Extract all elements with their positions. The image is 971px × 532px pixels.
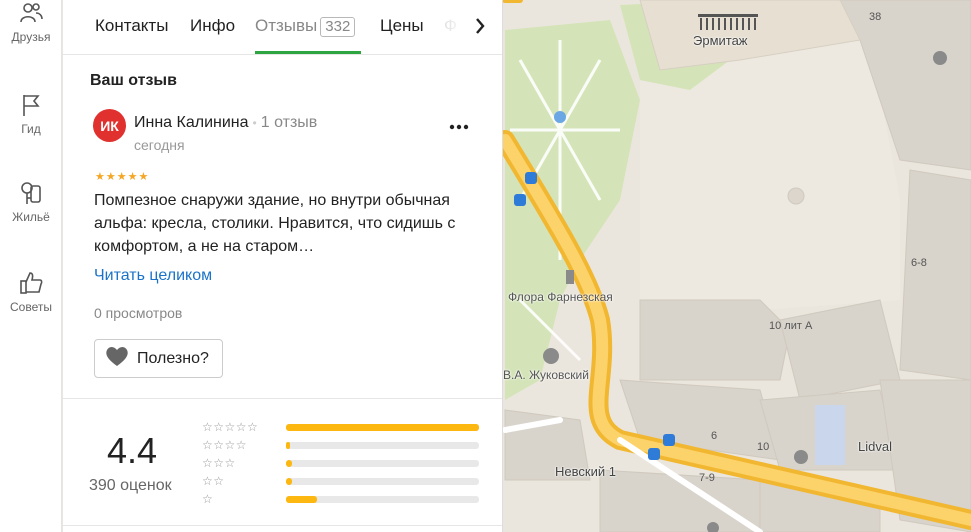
useful-button[interactable]: Полезно? bbox=[94, 339, 223, 378]
section-divider bbox=[63, 398, 502, 399]
housing-icon bbox=[0, 180, 62, 206]
rating-row-stars: ☆☆ bbox=[202, 474, 225, 488]
review-author-line: Инна Калинина • 1 отзыв bbox=[134, 114, 317, 132]
rail-item-tips[interactable]: Советы bbox=[0, 270, 62, 314]
review-more-button[interactable] bbox=[446, 118, 472, 136]
rating-row-track bbox=[286, 496, 479, 503]
rating-row-track bbox=[286, 460, 479, 467]
tab-info[interactable]: Инфо bbox=[190, 16, 235, 36]
author-review-count[interactable]: 1 отзыв bbox=[261, 114, 318, 131]
left-rail: Друзья Гид Жильё Советы bbox=[0, 0, 62, 532]
tabs-next-button[interactable] bbox=[467, 12, 495, 40]
tab-reviews-label: Отзывы bbox=[255, 16, 318, 35]
tab-fade bbox=[428, 0, 468, 52]
map-label-zhukovsky[interactable]: В.А. Жуковский bbox=[503, 368, 589, 382]
org-panel: Контакты Инфо Отзывы332 Цены Ф Ваш отзыв… bbox=[63, 0, 503, 532]
review-date: сегодня bbox=[134, 137, 185, 153]
rating-row-fill bbox=[286, 460, 292, 467]
rating-row[interactable]: ☆☆☆☆☆ bbox=[202, 421, 482, 434]
map-label-6-8: 6-8 bbox=[911, 257, 927, 269]
rating-row-fill bbox=[286, 424, 479, 431]
map-label-10a: 10 лит А bbox=[769, 320, 813, 332]
map-label-hermitage[interactable]: Эрмитаж bbox=[693, 33, 748, 48]
rail-item-housing[interactable]: Жильё bbox=[0, 180, 62, 224]
review-text: Помпезное снаружи здание, но внутри обыч… bbox=[94, 192, 456, 255]
tab-prices[interactable]: Цены bbox=[380, 16, 424, 36]
map-label-7-9: 7-9 bbox=[699, 472, 715, 484]
map-label-6: 6 bbox=[711, 430, 718, 442]
your-review-heading: Ваш отзыв bbox=[90, 72, 177, 89]
average-rating: 4.4 bbox=[107, 430, 158, 471]
thumbs-up-icon bbox=[0, 270, 62, 296]
rail-item-friends[interactable]: Друзья bbox=[0, 0, 62, 44]
rating-row-stars: ☆☆☆ bbox=[202, 456, 236, 470]
avatar[interactable]: ИК bbox=[93, 109, 126, 142]
rating-row-fill bbox=[286, 478, 292, 485]
rail-item-guide[interactable]: Гид bbox=[0, 92, 62, 136]
rating-row[interactable]: ☆☆☆☆ bbox=[202, 439, 482, 452]
tab-bar: Контакты Инфо Отзывы332 Цены Ф bbox=[63, 0, 502, 55]
tab-reviews[interactable]: Отзывы 332 bbox=[255, 16, 356, 37]
ratings-count: 390 оценок bbox=[89, 477, 172, 494]
flag-icon bbox=[0, 92, 62, 118]
section-divider-bottom bbox=[63, 525, 502, 526]
rating-row-track bbox=[286, 442, 479, 449]
review-rating-stars: ★★★★★ bbox=[95, 171, 150, 183]
useful-button-label: Полезно? bbox=[137, 349, 209, 367]
map-label-nevsky[interactable]: Невский 1 bbox=[555, 464, 616, 479]
map-label-38: 38 bbox=[869, 11, 882, 23]
read-full-review-link[interactable]: Читать целиком bbox=[94, 267, 212, 285]
chevron-right-icon bbox=[467, 18, 495, 44]
review-author-name[interactable]: Инна Калинина bbox=[134, 114, 249, 131]
rail-label-housing: Жильё bbox=[12, 210, 50, 224]
heart-icon bbox=[104, 344, 130, 373]
tab-contacts[interactable]: Контакты bbox=[95, 16, 168, 36]
rail-label-guide: Гид bbox=[21, 122, 41, 136]
rating-row-stars: ☆ bbox=[202, 492, 214, 506]
rating-row-track bbox=[286, 478, 479, 485]
more-dots-icon bbox=[446, 123, 472, 140]
rating-row[interactable]: ☆☆ bbox=[202, 475, 482, 488]
rating-row-stars: ☆☆☆☆ bbox=[202, 438, 248, 452]
author-separator-dot: • bbox=[252, 116, 257, 130]
map-label-flora[interactable]: Флора Фарнезская bbox=[508, 290, 613, 304]
rating-row-fill bbox=[286, 496, 317, 503]
map-label-10: 10 bbox=[757, 441, 770, 453]
friends-icon bbox=[0, 0, 62, 26]
active-tab-underline bbox=[255, 51, 361, 54]
rail-label-friends: Друзья bbox=[11, 30, 51, 44]
rail-label-tips: Советы bbox=[10, 300, 52, 314]
rating-row-stars: ☆☆☆☆☆ bbox=[202, 420, 259, 434]
reviews-count-badge: 332 bbox=[320, 17, 356, 37]
rating-row-fill bbox=[286, 442, 290, 449]
review-views: 0 просмотров bbox=[94, 305, 183, 321]
rating-row-track bbox=[286, 424, 479, 431]
rating-row[interactable]: ☆☆☆ bbox=[202, 457, 482, 470]
rating-row[interactable]: ☆ bbox=[202, 493, 482, 506]
map-label-lidval[interactable]: Lidval bbox=[858, 439, 892, 454]
